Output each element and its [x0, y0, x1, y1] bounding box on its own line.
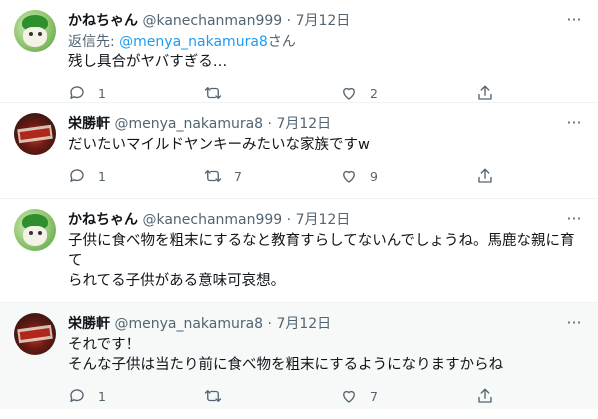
avatar[interactable]: [14, 209, 56, 251]
like-count: 2: [370, 85, 378, 101]
reply-count: 1: [98, 85, 106, 101]
tweet-header: かねちゃん @kanechanman999 · 7月12日: [68, 209, 582, 231]
user-handle[interactable]: @kanechanman999: [142, 212, 282, 228]
tweet-date[interactable]: 7月12日: [296, 13, 351, 29]
tweet-text-line: 子供に食べ物を粗末にするなと教育すらしてないんでしょうね。馬鹿な親に育て: [68, 233, 575, 269]
separator-dot: ·: [286, 13, 292, 29]
tweet-actions: 1 7: [68, 375, 582, 419]
retweet-icon: [204, 170, 222, 182]
reply-prefix: 返信先:: [68, 34, 120, 50]
retweet-count: 7: [234, 168, 242, 184]
tweet[interactable]: 栄勝軒 @menya_nakamura8 · 7月12日 ··· だいたいマイル…: [0, 103, 598, 199]
avatar[interactable]: [14, 10, 56, 52]
like-button[interactable]: 2: [340, 82, 378, 104]
user-name[interactable]: かねちゃん: [68, 212, 138, 228]
tweet-text-line: そんな子供は当たり前に食べ物を粗末にするようになりますからね: [68, 357, 504, 373]
tweet-text: 残し具合がヤバすぎる…: [68, 52, 582, 72]
retweet-button[interactable]: [204, 82, 234, 104]
tweet-date[interactable]: 7月12日: [276, 116, 331, 132]
more-icon[interactable]: ···: [564, 113, 584, 133]
avatar[interactable]: [14, 113, 56, 155]
tweet[interactable]: かねちゃん @kanechanman999 · 7月12日 ··· 子供に食べ物…: [0, 199, 598, 320]
more-icon[interactable]: ···: [564, 313, 584, 333]
avatar[interactable]: [14, 313, 56, 355]
user-name[interactable]: 栄勝軒: [68, 316, 110, 332]
reply-button[interactable]: 1: [68, 385, 106, 407]
separator-dot: ·: [267, 116, 272, 132]
tweet-text-line: それです！: [68, 337, 141, 353]
reply-mention-link[interactable]: @menya_nakamura8: [119, 34, 268, 50]
tweet-focused[interactable]: 栄勝軒 @menya_nakamura8 · 7月12日 ··· それです！ そ…: [0, 303, 598, 409]
more-icon[interactable]: ···: [564, 10, 584, 30]
heart-icon: [343, 170, 355, 183]
share-icon: [478, 168, 492, 183]
user-handle[interactable]: @menya_nakamura8: [114, 116, 263, 132]
retweet-button[interactable]: [204, 385, 234, 407]
retweet-icon: [204, 87, 222, 99]
user-name[interactable]: 栄勝軒: [68, 116, 110, 132]
reply-icon: [70, 389, 84, 402]
like-button[interactable]: 7: [340, 385, 378, 407]
reply-count: 1: [98, 388, 106, 404]
like-count: 9: [370, 168, 378, 184]
tweet-date[interactable]: 7月12日: [276, 316, 331, 332]
like-button[interactable]: 9: [340, 165, 378, 187]
user-handle[interactable]: @menya_nakamura8: [114, 316, 263, 332]
heart-icon: [343, 87, 355, 100]
tweet-text-line: 残し具合がヤバすぎる…: [68, 54, 228, 70]
reply-count: 1: [98, 168, 106, 184]
tweet-header: 栄勝軒 @menya_nakamura8 · 7月12日: [68, 113, 582, 135]
share-icon: [478, 85, 492, 100]
reply-icon: [70, 169, 84, 182]
tweet-actions: 1 7 9: [68, 155, 582, 199]
tweet-text: 子供に食べ物を粗末にするなと教育すらしてないんでしょうね。馬鹿な親に育て られて…: [68, 231, 582, 291]
tweet-date[interactable]: 7月12日: [296, 212, 351, 228]
reply-button[interactable]: 1: [68, 82, 106, 104]
more-icon[interactable]: ···: [564, 209, 584, 229]
user-handle[interactable]: @kanechanman999: [142, 13, 282, 29]
tweet-header: かねちゃん @kanechanman999 · 7月12日: [68, 10, 582, 32]
reply-icon: [70, 86, 84, 99]
heart-icon: [343, 390, 355, 403]
share-icon: [478, 388, 492, 403]
share-button[interactable]: [476, 82, 494, 104]
tweet-text: だいたいマイルドヤンキーみたいな家族ですw: [68, 135, 582, 155]
tweet-text-line: だいたいマイルドヤンキーみたいな家族ですw: [68, 137, 370, 153]
retweet-icon: [204, 390, 222, 402]
like-count: 7: [370, 388, 378, 404]
reply-suffix: さん: [267, 34, 296, 50]
user-name[interactable]: かねちゃん: [68, 13, 138, 29]
tweet-text: それです！ そんな子供は当たり前に食べ物を粗末にするようになりますからね: [68, 335, 582, 375]
retweet-button[interactable]: 7: [204, 165, 242, 187]
separator-dot: ·: [286, 212, 292, 228]
reply-button[interactable]: 1: [68, 165, 106, 187]
reply-context: 返信先: @menya_nakamura8さん: [68, 32, 582, 52]
tweet[interactable]: かねちゃん @kanechanman999 · 7月12日 ··· 返信先: @…: [0, 0, 598, 103]
tweet-header: 栄勝軒 @menya_nakamura8 · 7月12日: [68, 313, 582, 335]
share-button[interactable]: [476, 165, 494, 187]
separator-dot: ·: [267, 316, 272, 332]
tweet-text-line: られてる子供がある意味可哀想。: [68, 273, 286, 289]
share-button[interactable]: [476, 385, 494, 407]
